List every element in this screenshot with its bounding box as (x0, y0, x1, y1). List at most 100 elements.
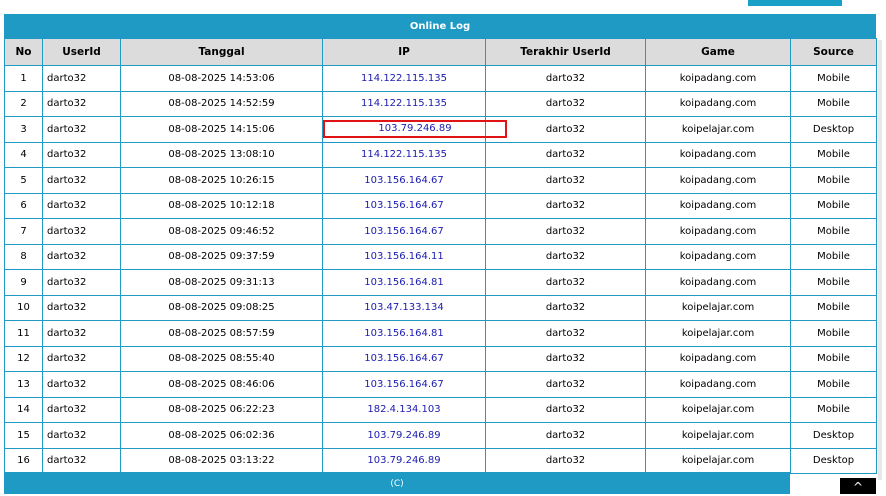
cell-userid: darto32 (42, 345, 121, 372)
table-row: 4 darto32 08-08-2025 13:08:10 114.122.115.1… (4, 141, 877, 168)
col-header-userid[interactable]: UserId (42, 38, 121, 66)
cell-ip: 103.156.164.67 (322, 218, 486, 245)
cell-terakhir-userid: darto32 (485, 447, 646, 474)
cell-terakhir-userid: darto32 (485, 192, 646, 219)
cell-no: 3 (4, 116, 43, 143)
scrollbar-track[interactable] (878, 40, 882, 480)
cell-terakhir-userid: darto32 (485, 294, 646, 321)
table-row: 3 darto32 08-08-2025 14:15:06 103.79.246.89… (4, 116, 877, 143)
footer: (C) (4, 472, 790, 494)
cell-terakhir-userid: darto32 (485, 422, 646, 449)
col-header-game[interactable]: Game (645, 38, 791, 66)
cell-terakhir-userid: darto32 (485, 371, 646, 398)
table-row: 15 darto32 08-08-2025 06:02:36 103.79.246.8… (4, 422, 877, 449)
cell-source: Desktop (790, 422, 877, 449)
cell-tanggal: 08-08-2025 06:02:36 (120, 422, 323, 449)
cell-source: Desktop (790, 116, 877, 143)
online-log-table: No UserId Tanggal IP Terakhir UserId Gam… (4, 38, 877, 474)
online-log-panel: Online Log No UserId Tanggal IP Terakhir… (4, 14, 877, 474)
cell-game: koipadang.com (645, 243, 791, 270)
cell-ip: 103.79.246.89 (322, 447, 486, 474)
chevron-up-icon: ^ (852, 480, 864, 494)
cell-source: Mobile (790, 371, 877, 398)
cell-no: 2 (4, 90, 43, 117)
table-row: 12 darto32 08-08-2025 08:55:40 103.156.164.… (4, 345, 877, 372)
cell-game: koipelajar.com (645, 294, 791, 321)
cell-game: koipadang.com (645, 141, 791, 168)
cell-source: Mobile (790, 192, 877, 219)
col-header-tanggal[interactable]: Tanggal (120, 38, 323, 66)
cell-source: Mobile (790, 396, 877, 423)
cell-no: 16 (4, 447, 43, 474)
cell-source: Mobile (790, 294, 877, 321)
cell-tanggal: 08-08-2025 09:08:25 (120, 294, 323, 321)
scroll-to-top-button[interactable]: ^ (840, 478, 876, 494)
cell-source: Mobile (790, 167, 877, 194)
cell-no: 1 (4, 65, 43, 92)
top-action-button[interactable] (748, 0, 842, 6)
cell-userid: darto32 (42, 371, 121, 398)
cell-tanggal: 08-08-2025 09:37:59 (120, 243, 323, 270)
cell-terakhir-userid: darto32 (485, 65, 646, 92)
cell-game: koipadang.com (645, 269, 791, 296)
col-header-source[interactable]: Source (790, 38, 877, 66)
cell-terakhir-userid: darto32 (485, 243, 646, 270)
cell-terakhir-userid: darto32 (485, 218, 646, 245)
cell-source: Mobile (790, 269, 877, 296)
cell-userid: darto32 (42, 192, 121, 219)
table-row: 13 darto32 08-08-2025 08:46:06 103.156.164.… (4, 371, 877, 398)
cell-source: Mobile (790, 65, 877, 92)
cell-ip: 103.156.164.81 (322, 320, 486, 347)
cell-tanggal: 08-08-2025 14:52:59 (120, 90, 323, 117)
cell-source: Mobile (790, 141, 877, 168)
cell-userid: darto32 (42, 218, 121, 245)
cell-game: koipadang.com (645, 65, 791, 92)
cell-userid: darto32 (42, 243, 121, 270)
cell-source: Mobile (790, 345, 877, 372)
cell-userid: darto32 (42, 141, 121, 168)
cell-no: 7 (4, 218, 43, 245)
cell-source: Mobile (790, 320, 877, 347)
cell-terakhir-userid: darto32 (485, 396, 646, 423)
cell-tanggal: 08-08-2025 09:46:52 (120, 218, 323, 245)
cell-tanggal: 08-08-2025 10:12:18 (120, 192, 323, 219)
cell-no: 5 (4, 167, 43, 194)
cell-terakhir-userid: darto32 (485, 345, 646, 372)
cell-userid: darto32 (42, 167, 121, 194)
cell-terakhir-userid: darto32 (485, 116, 646, 143)
table-row: 8 darto32 08-08-2025 09:37:59 103.156.164.1… (4, 243, 877, 270)
cell-tanggal: 08-08-2025 06:22:23 (120, 396, 323, 423)
cell-ip: 114.122.115.135 (322, 141, 486, 168)
cell-tanggal: 08-08-2025 08:57:59 (120, 320, 323, 347)
cell-game: koipadang.com (645, 90, 791, 117)
table-row: 14 darto32 08-08-2025 06:22:23 182.4.134.10… (4, 396, 877, 423)
table-header-row: No UserId Tanggal IP Terakhir UserId Gam… (4, 38, 877, 66)
cell-ip: 103.156.164.67 (322, 345, 486, 372)
cell-tanggal: 08-08-2025 03:13:22 (120, 447, 323, 474)
cell-userid: darto32 (42, 396, 121, 423)
cell-source: Desktop (790, 447, 877, 474)
cell-game: koipelajar.com (645, 396, 791, 423)
cell-userid: darto32 (42, 294, 121, 321)
cell-no: 6 (4, 192, 43, 219)
cell-no: 14 (4, 396, 43, 423)
cell-source: Mobile (790, 90, 877, 117)
cell-userid: darto32 (42, 116, 121, 143)
col-header-no[interactable]: No (4, 38, 43, 66)
col-header-ip[interactable]: IP (322, 38, 486, 66)
table-row: 1 darto32 08-08-2025 14:53:06 114.122.115.1… (4, 65, 877, 92)
cell-ip: 103.47.133.134 (322, 294, 486, 321)
cell-tanggal: 08-08-2025 13:08:10 (120, 141, 323, 168)
table-row: 5 darto32 08-08-2025 10:26:15 103.156.164.6… (4, 167, 877, 194)
table-row: 6 darto32 08-08-2025 10:12:18 103.156.164.6… (4, 192, 877, 219)
cell-no: 13 (4, 371, 43, 398)
col-header-terakhir-userid[interactable]: Terakhir UserId (485, 38, 646, 66)
cell-userid: darto32 (42, 320, 121, 347)
cell-terakhir-userid: darto32 (485, 167, 646, 194)
cell-ip: 103.79.246.89 (322, 422, 486, 449)
panel-title: Online Log (4, 14, 876, 38)
cell-ip: 103.156.164.67 (322, 192, 486, 219)
cell-game: koipelajar.com (645, 422, 791, 449)
ip-highlight-box: 103.79.246.89 (323, 120, 507, 139)
table-row: 2 darto32 08-08-2025 14:52:59 114.122.115.1… (4, 90, 877, 117)
